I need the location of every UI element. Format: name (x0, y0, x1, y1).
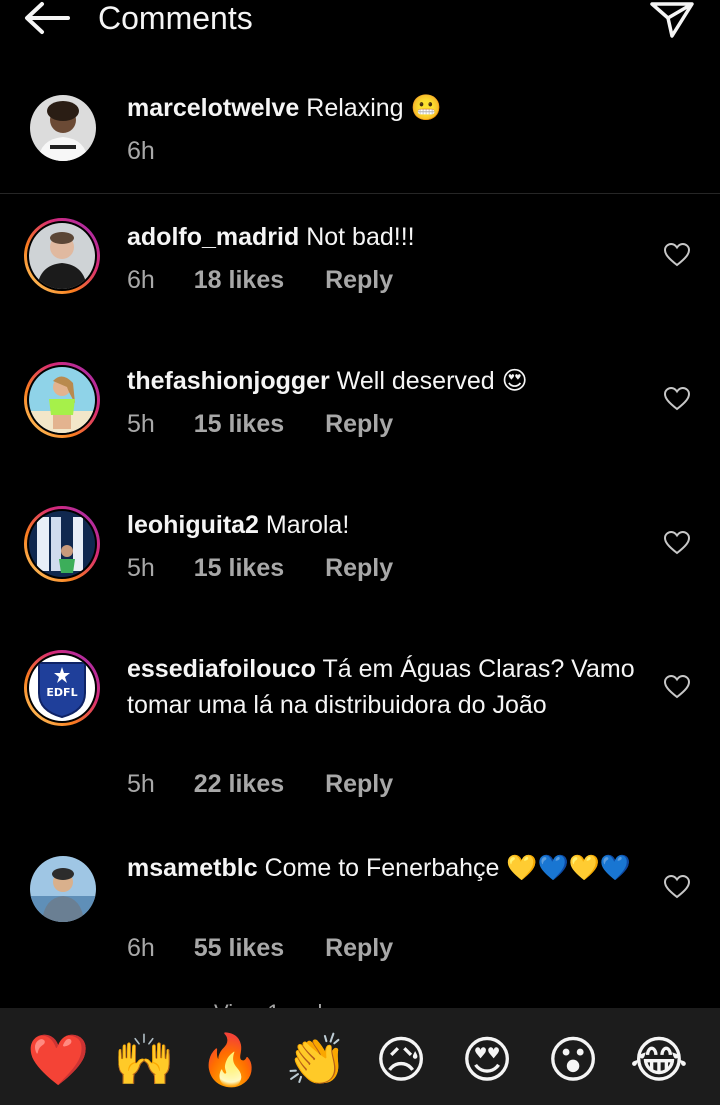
paper-plane-icon[interactable] (648, 0, 696, 40)
caption-time: 6h (127, 137, 155, 165)
comment-body: Not bad!!! (306, 223, 415, 251)
comment-meta: 5h 15 likes Reply (127, 550, 393, 586)
caption-text: marcelotwelve Relaxing 😬 (127, 90, 647, 126)
reply-button[interactable]: Reply (325, 930, 393, 966)
emoji-raising-hands[interactable]: 🙌 (113, 1030, 175, 1090)
comment-time: 6h (127, 934, 155, 962)
story-ring[interactable]: EDFL (24, 650, 100, 726)
comment-username[interactable]: leohiguita2 (127, 511, 259, 539)
comment-body: Marola! (265, 511, 350, 539)
comment-likes[interactable]: 18 likes (194, 262, 284, 298)
emoji-fire[interactable]: 🔥 (199, 1030, 261, 1090)
comment-likes[interactable]: 22 likes (194, 766, 284, 802)
emoji-clapping-hands[interactable]: 👏 (285, 1030, 347, 1090)
story-ring[interactable] (24, 218, 100, 294)
emoji-heart-eyes[interactable]: 😍 (457, 1030, 517, 1090)
back-arrow-icon[interactable] (22, 0, 72, 36)
comment-time: 5h (127, 554, 155, 582)
divider (0, 193, 720, 194)
avatar-marcelotwelve[interactable] (30, 95, 96, 161)
comment-meta: 6h 18 likes Reply (127, 262, 393, 298)
avatar-msametblc[interactable] (30, 856, 96, 922)
svg-text:EDFL: EDFL (46, 686, 77, 699)
comment-text: adolfo_madrid Not bad!!! (127, 219, 647, 255)
avatar-essediafoilouco: EDFL (29, 655, 95, 721)
comment-time: 6h (127, 266, 155, 294)
avatar-adolfo-madrid (29, 223, 95, 289)
comment-likes[interactable]: 15 likes (194, 550, 284, 586)
caption-meta: 6h (127, 133, 155, 169)
like-heart-icon[interactable] (664, 875, 690, 899)
comment-likes[interactable]: 15 likes (194, 406, 284, 442)
reply-button[interactable]: Reply (325, 550, 393, 586)
emoji-sad-face[interactable]: 😥 (371, 1030, 431, 1090)
emoji-tears-of-joy[interactable]: 😂 (629, 1030, 689, 1090)
story-ring[interactable] (24, 506, 100, 582)
comment-text: essediafoilouco Tá em Águas Claras? Vamo… (127, 651, 647, 723)
caption-username[interactable]: marcelotwelve (127, 94, 299, 122)
comment-text: thefashionjogger Well deserved 😍 (127, 363, 647, 399)
like-heart-icon[interactable] (664, 243, 690, 267)
comment-text: msametblc Come to Fenerbahçe 💛💙💛💙 (127, 850, 647, 886)
comment-likes[interactable]: 55 likes (194, 930, 284, 966)
emoji-quick-bar: ❤️ 🙌 🔥 👏 😥 😍 😮 😂 (0, 1008, 720, 1105)
comment-text: leohiguita2 Marola! (127, 507, 647, 543)
comment-meta: 6h 55 likes Reply (127, 930, 393, 966)
comment-meta: 5h 22 likes Reply (127, 766, 393, 802)
emoji-surprised-face[interactable]: 😮 (543, 1030, 603, 1090)
emoji-red-heart[interactable]: ❤️ (27, 1030, 89, 1090)
reply-button[interactable]: Reply (325, 262, 393, 298)
comment-body: Well deserved 😍 (336, 367, 528, 395)
comment-time: 5h (127, 770, 155, 798)
avatar-thefashionjogger (29, 367, 95, 433)
comment-username[interactable]: thefashionjogger (127, 367, 330, 395)
reply-button[interactable]: Reply (325, 766, 393, 802)
story-ring[interactable] (24, 362, 100, 438)
like-heart-icon[interactable] (664, 387, 690, 411)
avatar-leohiguita2 (29, 511, 95, 577)
like-heart-icon[interactable] (664, 675, 690, 699)
comment-username[interactable]: essediafoilouco (127, 655, 316, 683)
like-heart-icon[interactable] (664, 531, 690, 555)
comment-body: Come to Fenerbahçe 💛💙💛💙 (264, 854, 631, 882)
comment-time: 5h (127, 410, 155, 438)
comment-username[interactable]: adolfo_madrid (127, 223, 299, 251)
caption-body: Relaxing 😬 (306, 94, 442, 122)
header-bar: Comments (0, 0, 720, 40)
comment-username[interactable]: msametblc (127, 854, 258, 882)
reply-button[interactable]: Reply (325, 406, 393, 442)
comment-meta: 5h 15 likes Reply (127, 406, 393, 442)
page-title: Comments (98, 0, 253, 36)
